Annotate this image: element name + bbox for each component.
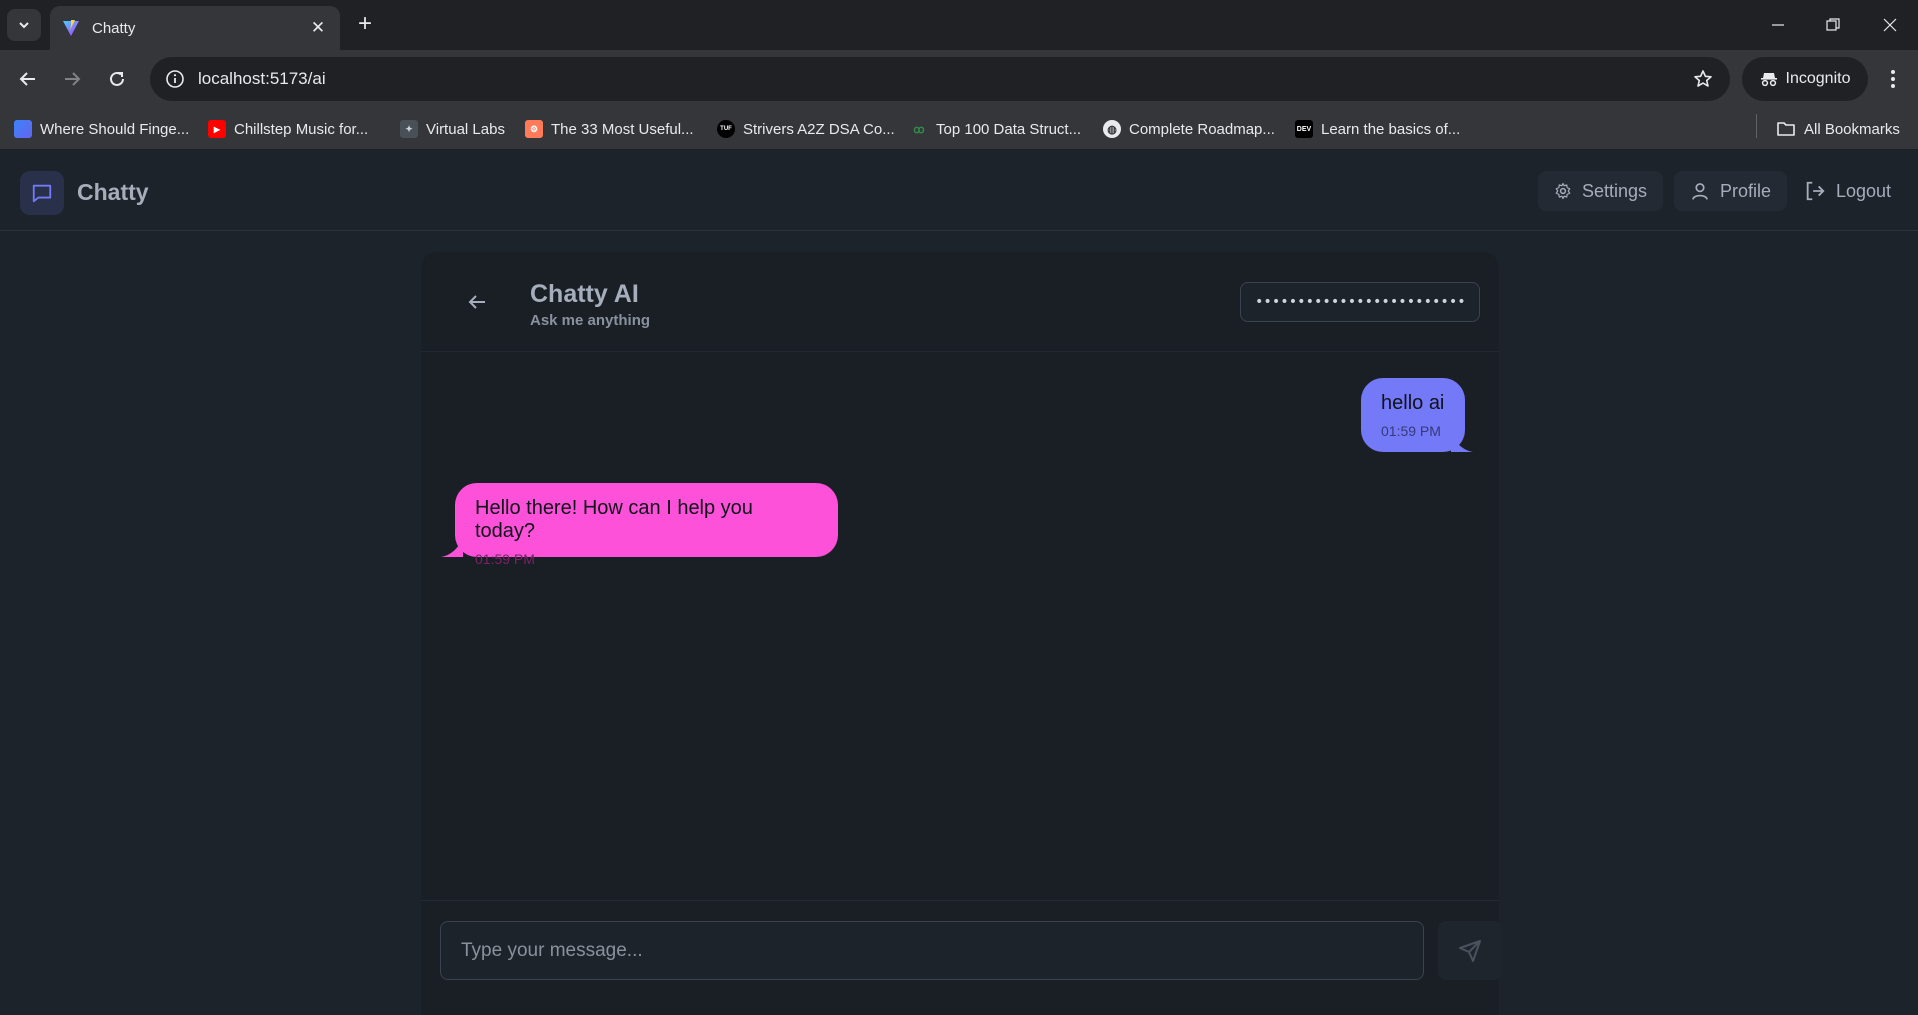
bookmark-star-icon[interactable] <box>1688 64 1718 94</box>
bookmarks-bar: Where Should Finge... ▶ Chillstep Music … <box>0 108 1918 150</box>
gear-icon <box>1555 182 1571 200</box>
globe-icon: ◍ <box>1103 120 1121 138</box>
app-name[interactable]: Chatty <box>77 179 149 206</box>
virtual-labs-icon: ✦ <box>400 120 418 138</box>
bookmark-label: Strivers A2Z DSA Co... <box>743 120 895 138</box>
tuf-icon: TUF <box>717 120 735 138</box>
browser-toolbar: localhost:5173/ai Incognito <box>0 50 1918 108</box>
logout-icon <box>1806 181 1825 201</box>
bookmark-item[interactable]: ✦ Virtual Labs <box>400 118 505 140</box>
minimize-icon <box>1772 24 1784 26</box>
bookmark-item[interactable]: DEV Learn the basics of... <box>1295 118 1460 140</box>
tab-search-button[interactable] <box>7 9 41 41</box>
message-text: Hello there! How can I help you today? <box>475 497 753 542</box>
message-composer <box>421 900 1502 1015</box>
ai-message-bubble: Hello there! How can I help you today? 0… <box>455 483 838 567</box>
message-time: 01:59 PM <box>475 551 535 567</box>
bookmark-item[interactable]: TUF Strivers A2Z DSA Co... <box>717 118 895 140</box>
bookmark-label: Virtual Labs <box>426 120 505 138</box>
more-vertical-icon <box>1891 70 1895 88</box>
bookmark-item[interactable]: ◍ Complete Roadmap... <box>1103 118 1275 140</box>
reload-icon <box>110 71 124 86</box>
message-input[interactable] <box>440 921 1424 980</box>
browser-tabstrip: Chatty ✕ + <box>0 0 1918 50</box>
new-tab-button[interactable]: + <box>352 12 378 38</box>
incognito-button[interactable]: Incognito <box>1742 57 1868 101</box>
arrow-left-icon <box>468 295 485 309</box>
tab-title: Chatty <box>92 19 136 37</box>
reload-button[interactable] <box>101 63 133 95</box>
chat-panel: Chatty AI Ask me anything hello ai 01:59… <box>421 252 1502 1015</box>
logout-label: Logout <box>1836 180 1892 201</box>
user-message-bubble: hello ai 01:59 PM <box>1361 378 1465 452</box>
folder-icon <box>1777 122 1795 136</box>
gfg-icon: ꝏ <box>913 123 925 136</box>
restore-icon <box>1826 18 1840 31</box>
message-text: hello ai <box>1381 392 1445 414</box>
bookmark-label: The 33 Most Useful... <box>551 120 694 138</box>
app-header: Chatty Settings Profile Logout <box>0 151 1918 231</box>
close-window-button[interactable] <box>1870 10 1910 40</box>
restore-button[interactable] <box>1813 10 1853 40</box>
youtube-icon: ▶ <box>208 120 226 138</box>
gradient-icon <box>14 120 32 138</box>
chat-subtitle: Ask me anything <box>530 312 651 329</box>
chat-header: Chatty AI Ask me anything <box>421 252 1499 352</box>
minimize-button[interactable] <box>1758 10 1798 40</box>
bookmark-item[interactable]: Where Should Finge... <box>14 118 189 140</box>
app-logo[interactable] <box>20 171 64 215</box>
url-text: localhost:5173/ai <box>198 69 326 88</box>
bookmarks-divider <box>1756 114 1757 138</box>
logout-button[interactable]: Logout <box>1788 171 1907 211</box>
bookmark-label: Chillstep Music for... <box>234 120 369 138</box>
bookmark-label: Top 100 Data Struct... <box>936 120 1082 138</box>
profile-button[interactable]: Profile <box>1674 171 1788 211</box>
arrow-left-icon <box>19 72 35 86</box>
site-info-icon[interactable] <box>164 68 186 90</box>
settings-button[interactable]: Settings <box>1538 171 1664 211</box>
close-tab-icon[interactable]: ✕ <box>308 18 328 38</box>
vite-icon <box>63 20 79 36</box>
bookmark-item[interactable]: ▶ Chillstep Music for... <box>208 118 368 140</box>
forward-nav-button[interactable] <box>56 63 88 95</box>
user-icon <box>1692 183 1708 200</box>
dev-icon: DEV <box>1295 120 1313 138</box>
back-button[interactable] <box>457 282 497 322</box>
incognito-icon <box>1760 73 1777 87</box>
all-bookmarks-button[interactable]: All Bookmarks <box>1776 118 1900 140</box>
all-bookmarks-label: All Bookmarks <box>1804 120 1900 138</box>
arrow-right-icon <box>65 72 81 86</box>
hubspot-icon: ⚙ <box>525 120 543 138</box>
browser-tab[interactable]: Chatty ✕ <box>50 6 340 50</box>
address-bar[interactable]: localhost:5173/ai <box>150 57 1730 101</box>
bookmark-label: Learn the basics of... <box>1321 120 1461 138</box>
message-square-icon <box>32 184 52 203</box>
chat-title: Chatty AI <box>530 280 639 308</box>
message-time: 01:59 PM <box>1381 423 1441 439</box>
browser-menu-button[interactable] <box>1880 66 1906 92</box>
bookmark-label: Where Should Finge... <box>40 120 190 138</box>
settings-label: Settings <box>1582 180 1648 201</box>
profile-label: Profile <box>1720 180 1772 201</box>
send-button[interactable] <box>1438 921 1502 980</box>
incognito-label: Incognito <box>1785 70 1851 87</box>
api-key-input[interactable] <box>1240 282 1480 322</box>
chevron-down-icon <box>19 22 29 29</box>
close-icon <box>1883 18 1897 32</box>
send-icon <box>1459 939 1481 962</box>
bookmark-item[interactable]: ⚙ The 33 Most Useful... <box>525 118 694 140</box>
bookmark-label: Complete Roadmap... <box>1129 120 1275 138</box>
bookmark-item[interactable]: ꝏ Top 100 Data Struct... <box>910 118 1081 140</box>
back-nav-button[interactable] <box>12 63 44 95</box>
